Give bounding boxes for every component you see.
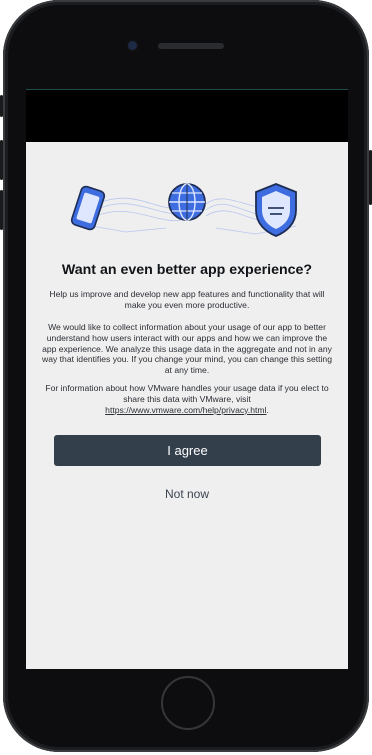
intro-paragraph: Help us improve and develop new app feat… xyxy=(49,289,325,310)
not-now-button[interactable]: Not now xyxy=(26,487,348,501)
privacy-paragraph: For information about how VMware handles… xyxy=(42,383,332,415)
usage-paragraph: We would like to collect information abo… xyxy=(42,322,332,376)
dialog-title: Want an even better app experience? xyxy=(61,262,313,278)
privacy-consent-screen: Want an even better app experience? Help… xyxy=(26,142,348,669)
hero-illustration xyxy=(70,183,297,237)
agree-button[interactable]: I agree xyxy=(54,435,321,466)
volume-down-button xyxy=(0,190,3,230)
status-bar-area xyxy=(26,89,348,142)
globe-icon xyxy=(168,183,206,221)
privacy-text-suffix: . xyxy=(266,404,269,415)
mute-switch xyxy=(0,95,3,117)
front-camera xyxy=(128,41,137,50)
volume-up-button xyxy=(0,140,3,180)
privacy-link[interactable]: https://www.vmware.com/help/privacy.html xyxy=(105,405,266,415)
phone-icon xyxy=(70,185,106,231)
privacy-text-prefix: For information about how VMware handles… xyxy=(45,383,329,404)
earpiece-speaker xyxy=(158,43,224,49)
home-button[interactable] xyxy=(161,676,215,730)
shield-icon xyxy=(255,183,297,237)
